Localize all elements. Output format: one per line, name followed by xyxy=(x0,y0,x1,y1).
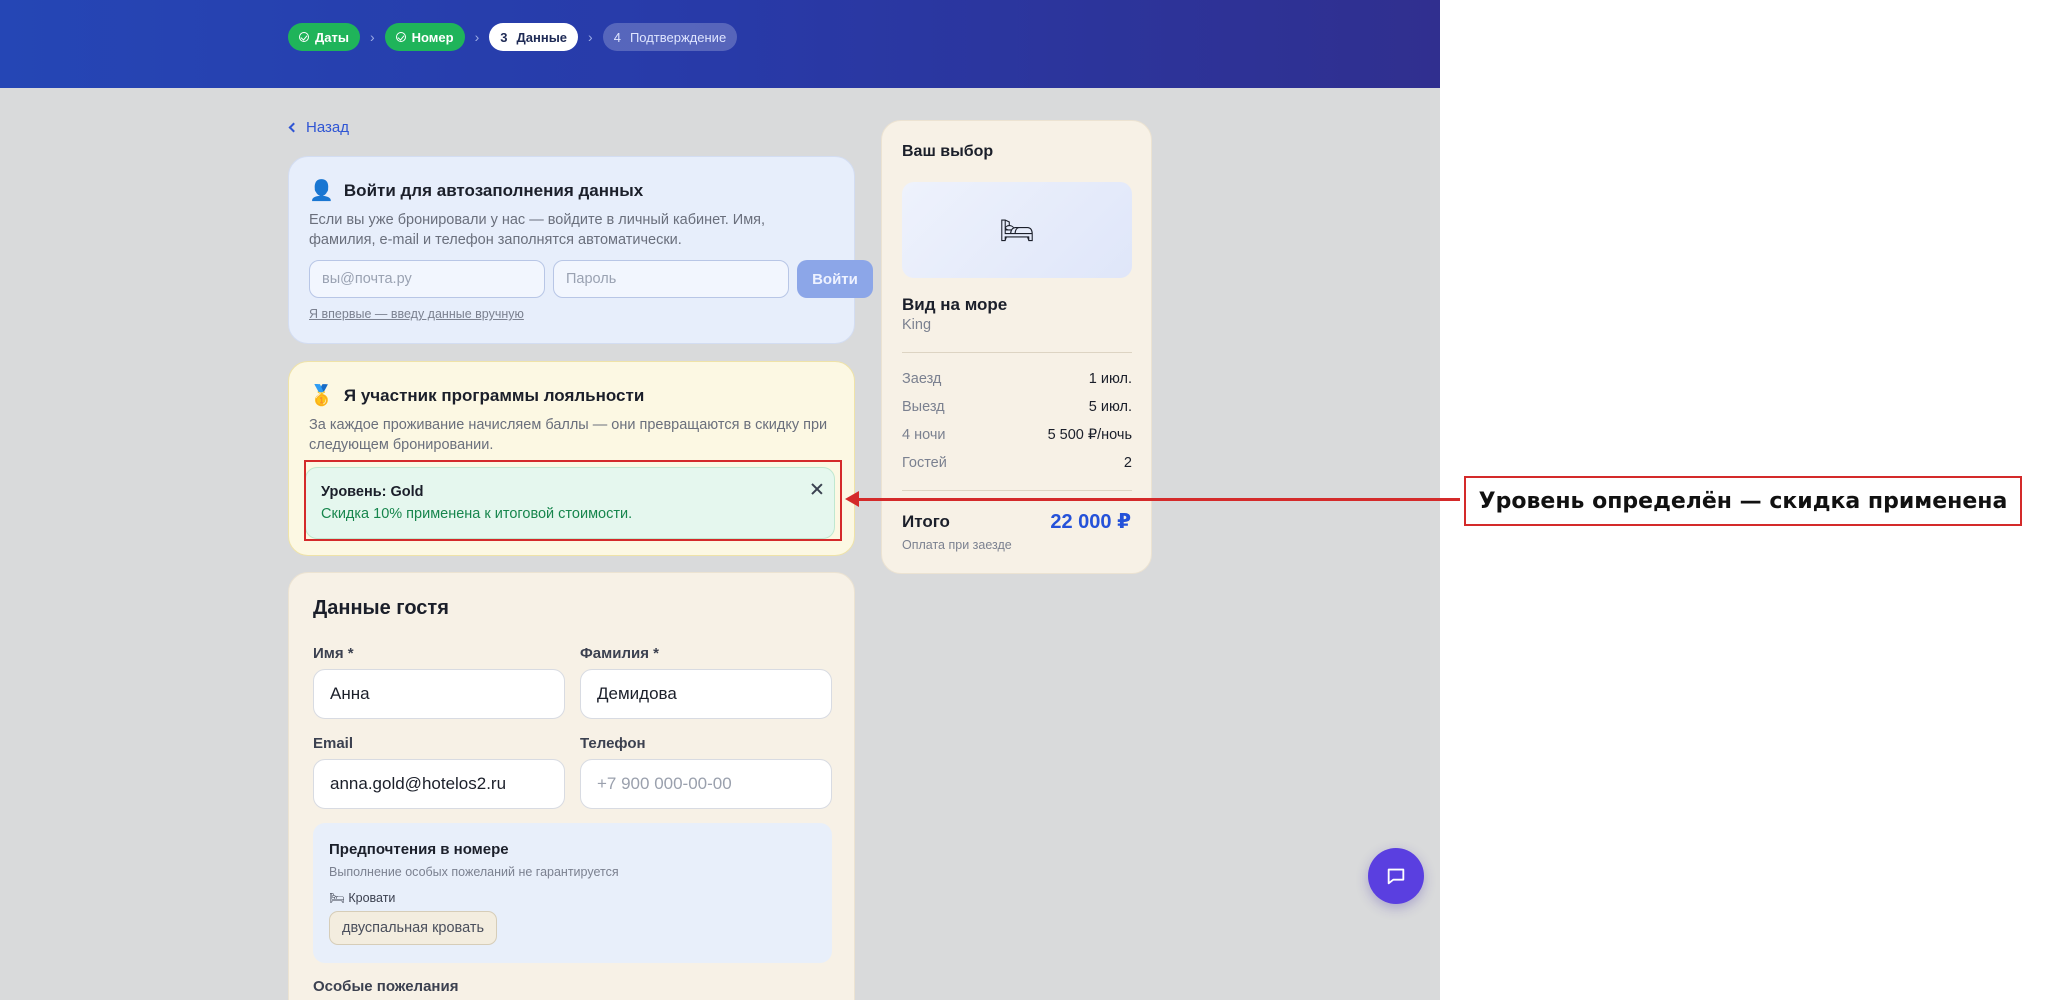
prefs-title: Предпочтения в номере xyxy=(329,841,509,858)
divider xyxy=(902,490,1132,491)
first-name-label: Имя * xyxy=(313,645,354,662)
login-password-input[interactable]: Пароль xyxy=(553,260,789,298)
chat-icon xyxy=(1387,868,1405,885)
header-bar: Даты › Номер › 3 Данные › 4 Подтверждение xyxy=(0,0,1440,88)
stepper: Даты › Номер › 3 Данные › 4 Подтверждение xyxy=(288,23,738,51)
login-title: 👤 Войти для автозаполнения данных xyxy=(309,180,644,202)
arrow-head xyxy=(845,491,859,507)
room-name: Вид на море xyxy=(902,295,1008,314)
chevron-left-icon xyxy=(288,122,299,133)
step-details: 3 Данные xyxy=(489,23,579,51)
login-description: Если вы уже бронировали у нас — войдите … xyxy=(309,212,766,248)
phone-label: Телефон xyxy=(580,735,646,752)
summary-card: Ваш выбор 🛏 Вид на море King Заезд 1 июл.… xyxy=(881,120,1152,574)
highlight-box xyxy=(304,460,842,541)
last-name-field[interactable]: Демидова xyxy=(580,669,832,719)
phone-field[interactable]: +7 900 000-00-00 xyxy=(580,759,832,809)
prefs-subtitle: Выполнение особых пожеланий не гарантиру… xyxy=(329,865,619,879)
chevron-right-icon: › xyxy=(474,29,480,45)
loyalty-description: За каждое проживание начисляем баллы — о… xyxy=(309,417,828,453)
guests-row: Гостей 2 xyxy=(902,455,1132,471)
annotation-label: Уровень определён — скидка применена xyxy=(1464,476,2022,526)
chevron-right-icon: › xyxy=(588,29,593,45)
annotation-arrow xyxy=(857,498,1460,501)
chevron-right-icon: › xyxy=(369,29,375,45)
login-email-input[interactable]: вы@почта.ру xyxy=(309,260,545,298)
login-card: 👤 Войти для автозаполнения данных Если вы… xyxy=(288,156,873,344)
loyalty-title: 🥇 Я участник программы лояльности xyxy=(309,385,645,407)
manual-entry-link[interactable]: Я впервые — введу данные вручную xyxy=(309,307,524,321)
first-name-field[interactable]: Анна xyxy=(313,669,565,719)
guest-details-card: Данные гостя Имя * Анна Фамилия * Демидо… xyxy=(288,572,855,1000)
divider xyxy=(902,352,1132,353)
bed-option-chip[interactable]: двуспальная кровать xyxy=(329,911,498,945)
special-requests-label: Особые пожелания xyxy=(313,978,459,995)
check-icon xyxy=(395,32,406,42)
user-icon: 👤 xyxy=(309,180,334,202)
payment-note: Оплата при заезде xyxy=(902,538,1012,552)
room-preferences: Предпочтения в номере Выполнение особых … xyxy=(313,823,832,963)
nights-row: 4 ночи 5 500 ₽/ночь xyxy=(902,427,1132,443)
bed-icon: 🛏 xyxy=(902,182,1132,278)
email-field[interactable]: anna.gold@hotelos2.ru xyxy=(313,759,565,809)
summary-title: Ваш выбор xyxy=(902,143,994,160)
checkin-row: Заезд 1 июл. xyxy=(902,371,1132,387)
total-value: 22 000 ₽ xyxy=(1050,511,1131,533)
guest-title: Данные гостя xyxy=(313,597,449,619)
step-room[interactable]: Номер xyxy=(384,23,465,51)
room-type: King xyxy=(902,317,932,333)
checkout-row: Выезд 5 июл. xyxy=(902,399,1132,415)
chat-button[interactable] xyxy=(1368,848,1424,904)
login-button[interactable]: Войти xyxy=(797,260,873,298)
total-label: Итого xyxy=(902,512,950,531)
last-name-label: Фамилия * xyxy=(580,645,659,662)
step-confirmation: 4 Подтверждение xyxy=(602,23,738,51)
check-icon xyxy=(299,32,309,42)
medal-icon: 🥇 xyxy=(309,385,334,407)
beds-group-label: 🛏 Кровати xyxy=(329,891,396,905)
step-dates[interactable]: Даты xyxy=(288,23,360,51)
email-label: Email xyxy=(313,735,354,752)
back-link[interactable]: Назад xyxy=(288,119,349,136)
